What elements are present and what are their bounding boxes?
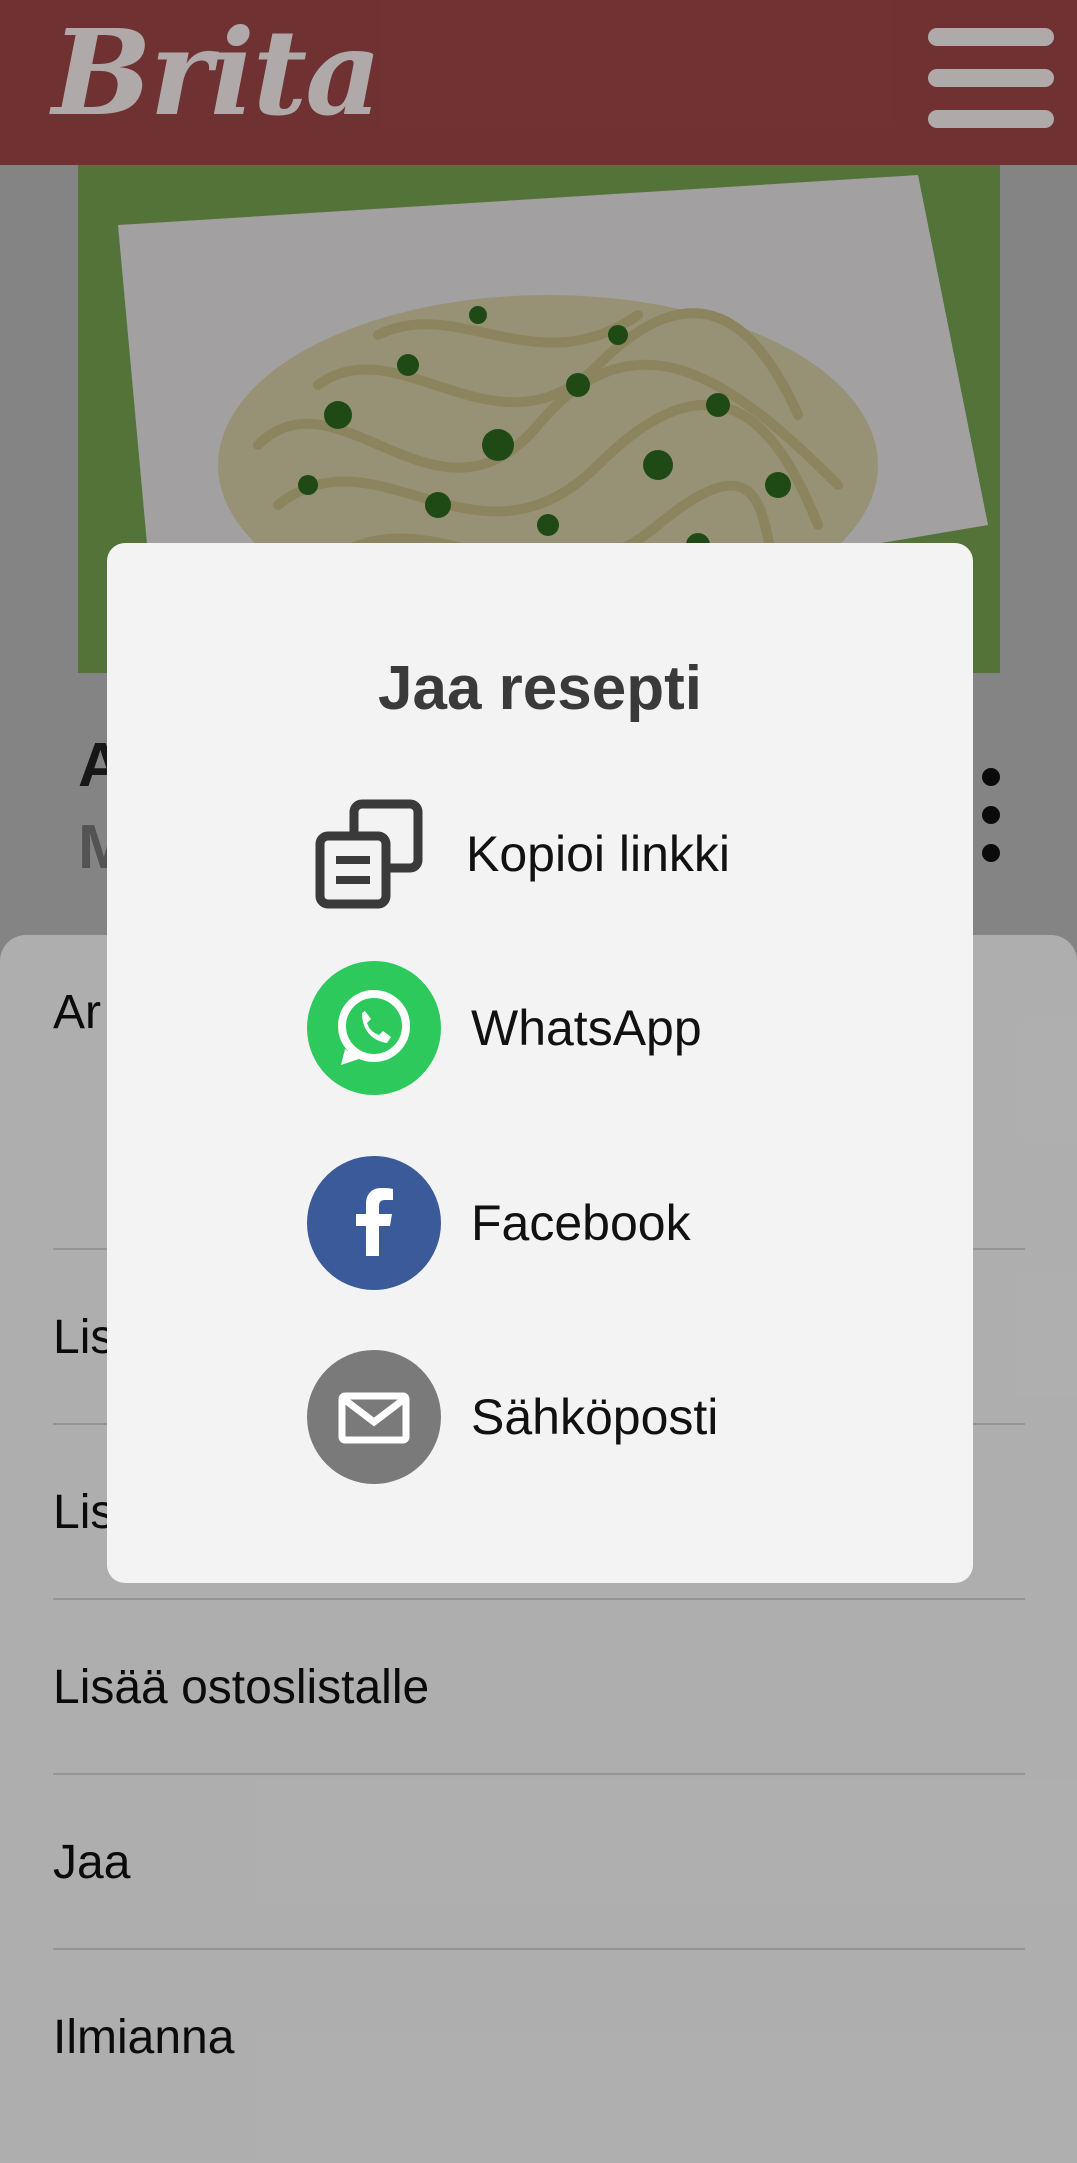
copy-link-icon xyxy=(314,798,426,910)
dialog-title: Jaa resepti xyxy=(378,654,702,723)
facebook-label: Facebook xyxy=(471,1195,691,1251)
email-option[interactable]: Sähköposti xyxy=(307,1349,718,1485)
copy-link-option[interactable]: Kopioi linkki xyxy=(314,786,730,922)
facebook-option[interactable]: Facebook xyxy=(307,1155,691,1291)
email-icon xyxy=(307,1350,441,1484)
email-label: Sähköposti xyxy=(471,1389,719,1445)
facebook-icon xyxy=(307,1156,441,1290)
copy-link-label: Kopioi linkki xyxy=(466,826,731,882)
whatsapp-option[interactable]: WhatsApp xyxy=(307,960,702,1096)
whatsapp-icon xyxy=(307,961,441,1095)
share-dialog: Jaa resepti Kopioi linkki WhatsApp Faceb… xyxy=(107,543,973,1583)
whatsapp-label: WhatsApp xyxy=(471,1000,702,1056)
